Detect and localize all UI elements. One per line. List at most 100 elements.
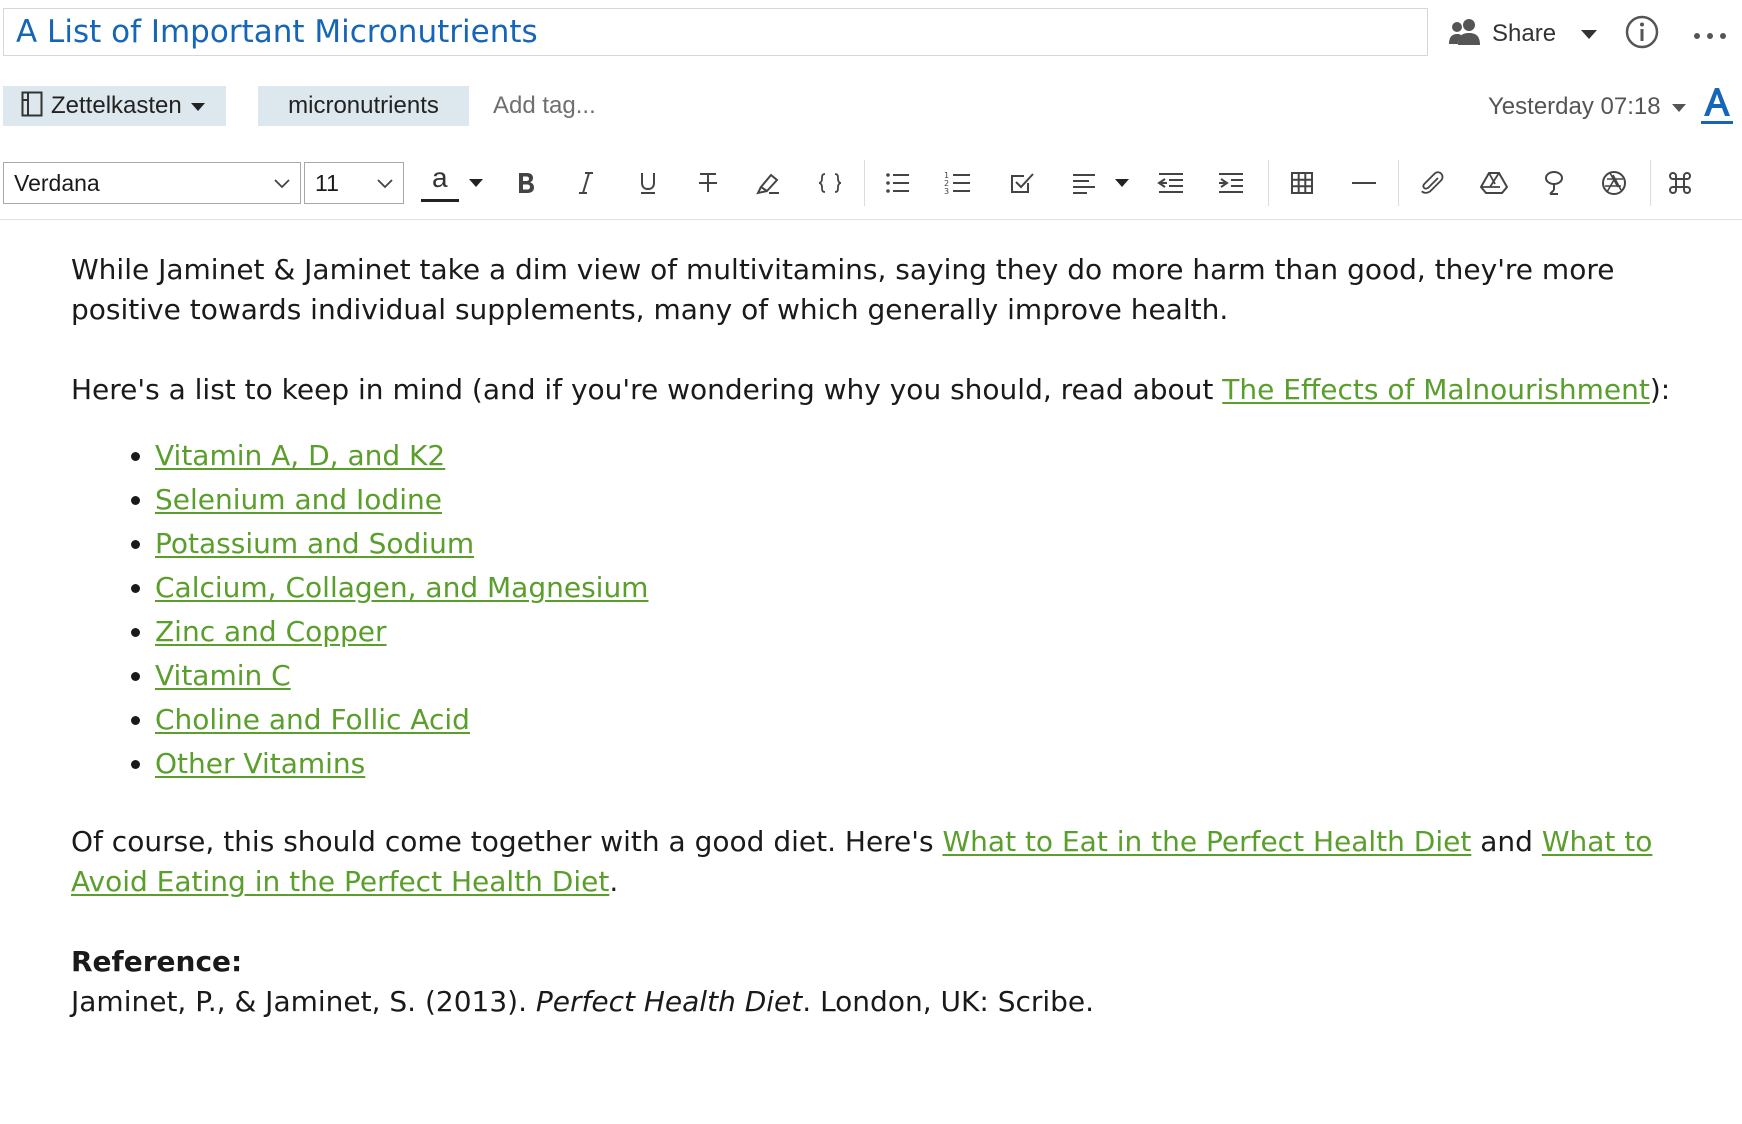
- link-other-vitamins[interactable]: Other Vitamins: [155, 747, 365, 780]
- code-icon: [817, 171, 843, 195]
- link-what-to-eat[interactable]: What to Eat in the Perfect Health Diet: [942, 825, 1471, 858]
- align-button[interactable]: [1064, 164, 1104, 202]
- highlight-icon: [755, 171, 781, 195]
- bullet-list-button[interactable]: [878, 164, 918, 202]
- link-potassium-sodium[interactable]: Potassium and Sodium: [155, 527, 474, 560]
- strikethrough-button[interactable]: [688, 164, 728, 202]
- toolbar-separator: [1398, 160, 1399, 206]
- note-title-field[interactable]: A List of Important Micronutrients: [3, 8, 1428, 56]
- divider-icon: [1351, 171, 1377, 195]
- font-style-button[interactable]: [1700, 84, 1734, 126]
- link-calcium-collagen-magnesium[interactable]: Calcium, Collagen, and Magnesium: [155, 571, 648, 604]
- chevron-down-icon: [1671, 98, 1687, 117]
- info-icon: [1625, 15, 1659, 53]
- chevron-down-icon: [377, 174, 393, 193]
- sketch-icon: [1541, 170, 1567, 196]
- reference-citation: Jaminet, P., & Jaminet, S. (2013). Perfe…: [71, 982, 1691, 1022]
- checklist-button[interactable]: [1002, 164, 1042, 202]
- drive-button[interactable]: [1474, 164, 1514, 202]
- notebook-selector[interactable]: Zettelkasten: [3, 86, 226, 126]
- svg-text:3: 3: [944, 187, 949, 196]
- font-family-select[interactable]: Verdana: [3, 162, 301, 204]
- command-button[interactable]: [1660, 164, 1700, 202]
- chevron-down-icon: [1114, 178, 1130, 188]
- numbered-list-button[interactable]: 123: [938, 164, 978, 202]
- citation-authors: Jaminet, P., & Jaminet, S. (2013).: [71, 985, 536, 1018]
- link-selenium-iodine[interactable]: Selenium and Iodine: [155, 483, 442, 516]
- people-icon: [1448, 18, 1482, 50]
- add-tag-input[interactable]: [493, 86, 793, 126]
- align-left-icon: [1071, 171, 1097, 195]
- align-dropdown[interactable]: [1110, 164, 1134, 202]
- text-color-glyph: a: [432, 162, 448, 193]
- date-selector[interactable]: Yesterday 07:18: [1488, 88, 1687, 126]
- link-zinc-copper[interactable]: Zinc and Copper: [155, 615, 387, 648]
- outdent-button[interactable]: [1150, 164, 1190, 202]
- font-style-icon: [1700, 88, 1734, 130]
- citation-title: Perfect Health Diet: [535, 985, 803, 1018]
- notebook-icon: [21, 91, 43, 121]
- code-button[interactable]: [810, 164, 850, 202]
- table-icon: [1290, 171, 1314, 195]
- info-button[interactable]: [1622, 14, 1662, 54]
- outdent-icon: [1155, 171, 1185, 195]
- numbered-list-icon: 123: [944, 170, 972, 196]
- list-item: Selenium and Iodine: [155, 478, 1691, 522]
- paragraph: Here's a list to keep in mind (and if yo…: [71, 370, 1691, 410]
- ellipsis-icon: [1693, 25, 1727, 44]
- aperture-button[interactable]: [1594, 164, 1634, 202]
- bold-icon: [516, 171, 536, 195]
- indent-icon: [1217, 171, 1247, 195]
- text-color-dropdown[interactable]: [464, 164, 488, 202]
- text-color-button[interactable]: a: [418, 162, 462, 202]
- list-item: Potassium and Sodium: [155, 522, 1691, 566]
- drive-icon: [1480, 171, 1508, 195]
- paragraph-text: .: [609, 865, 619, 898]
- chevron-down-icon: [468, 178, 484, 188]
- sketch-button[interactable]: [1534, 164, 1574, 202]
- font-size-select[interactable]: 11: [304, 162, 404, 204]
- more-options-button[interactable]: [1688, 14, 1732, 54]
- paragraph: Of course, this should come together wit…: [71, 822, 1691, 902]
- checkbox-icon: [1009, 171, 1035, 195]
- font-family-value: Verdana: [14, 169, 100, 196]
- toolbar-separator: [864, 160, 865, 206]
- italic-icon: [577, 171, 595, 195]
- paragraph-text: Of course, this should come together wit…: [71, 825, 943, 858]
- bold-button[interactable]: [506, 164, 546, 202]
- link-vitamin-c[interactable]: Vitamin C: [155, 659, 291, 692]
- link-vitamin-a-d-k2[interactable]: Vitamin A, D, and K2: [155, 439, 445, 472]
- link-choline-follic-acid[interactable]: Choline and Follic Acid: [155, 703, 470, 736]
- indent-button[interactable]: [1212, 164, 1252, 202]
- chevron-down-icon: [190, 97, 206, 116]
- list-item: Choline and Follic Acid: [155, 698, 1691, 742]
- list-item: Zinc and Copper: [155, 610, 1691, 654]
- text-color-icon: a: [421, 162, 459, 202]
- tag-chip[interactable]: micronutrients: [258, 86, 469, 126]
- italic-button[interactable]: [566, 164, 606, 202]
- chevron-down-icon[interactable]: [1580, 25, 1598, 44]
- strikethrough-icon: [697, 171, 719, 195]
- paragraph-text: and: [1471, 825, 1542, 858]
- note-title[interactable]: A List of Important Micronutrients: [16, 14, 538, 50]
- attachment-button[interactable]: [1412, 164, 1452, 202]
- command-icon: [1668, 171, 1692, 195]
- font-size-value: 11: [315, 169, 339, 196]
- paragraph-text: Here's a list to keep in mind (and if yo…: [71, 373, 1223, 406]
- toolbar-separator: [1650, 160, 1651, 206]
- underline-button[interactable]: [628, 164, 668, 202]
- notebook-name: Zettelkasten: [51, 92, 182, 119]
- aperture-icon: [1601, 170, 1627, 196]
- paragraph-text: ):: [1649, 373, 1671, 406]
- list-item: Vitamin C: [155, 654, 1691, 698]
- share-button[interactable]: Share: [1448, 14, 1598, 54]
- note-body[interactable]: While Jaminet & Jaminet take a dim view …: [71, 250, 1691, 1022]
- citation-publisher: . London, UK: Scribe.: [802, 985, 1095, 1018]
- table-button[interactable]: [1282, 164, 1322, 202]
- bullet-list-icon: [885, 171, 911, 195]
- divider-button[interactable]: [1344, 164, 1384, 202]
- highlight-button[interactable]: [748, 164, 788, 202]
- paragraph: While Jaminet & Jaminet take a dim view …: [71, 253, 1615, 326]
- link-effects-of-malnourishment[interactable]: The Effects of Malnourishment: [1222, 373, 1650, 406]
- updated-date: Yesterday 07:18: [1488, 93, 1661, 120]
